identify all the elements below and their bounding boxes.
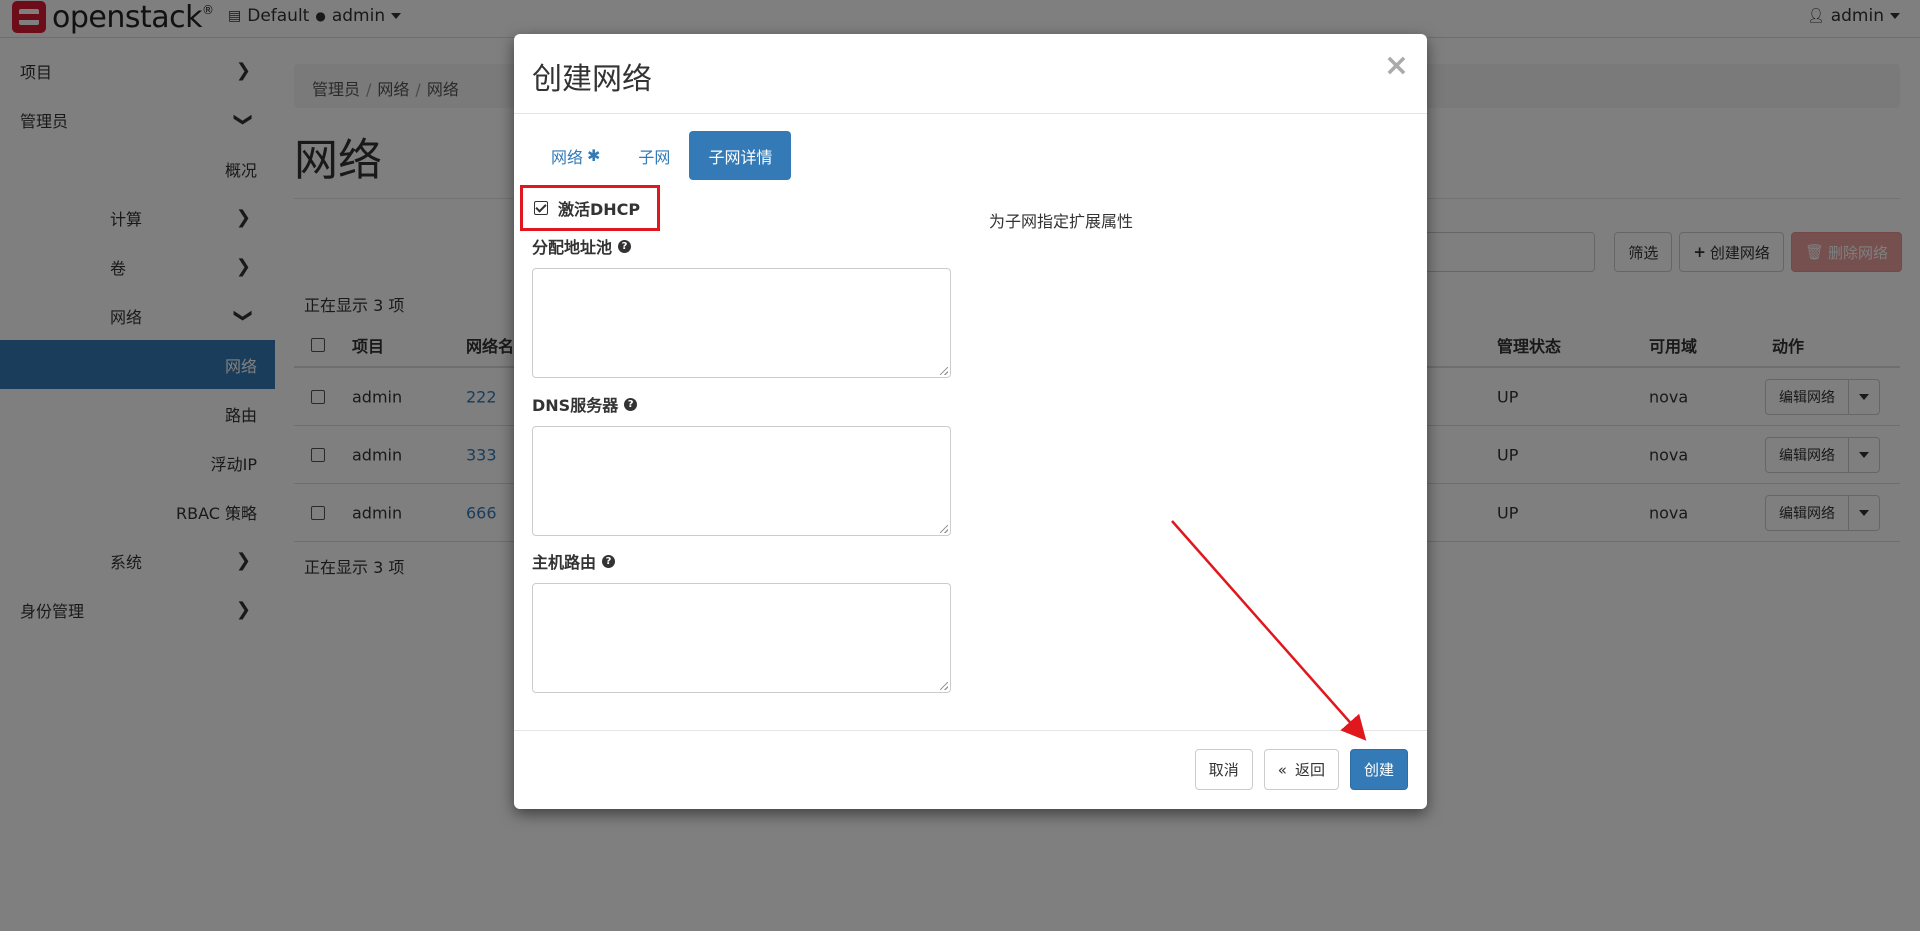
host-routes-label: 主机路由 ? xyxy=(532,549,616,573)
allocation-pools-label: 分配地址池 ? xyxy=(532,234,632,258)
close-icon[interactable]: × xyxy=(1384,48,1409,83)
allocation-pools-textarea[interactable] xyxy=(532,268,951,378)
dns-servers-label: DNS服务器 ? xyxy=(532,392,638,416)
help-icon[interactable]: ? xyxy=(602,554,616,568)
enable-dhcp-checkbox[interactable] xyxy=(534,201,548,215)
host-routes-label-text: 主机路由 xyxy=(532,553,597,572)
tab-subnet[interactable]: 子网 xyxy=(619,131,689,180)
required-asterisk-icon: ✱ xyxy=(587,146,601,165)
modal-header: 创建网络 × xyxy=(514,34,1427,114)
back-button[interactable]: « 返回 xyxy=(1263,749,1339,790)
dns-servers-label-text: DNS服务器 xyxy=(532,396,619,415)
wizard-tabs: 网络 ✱ 子网 子网详情 xyxy=(532,131,792,180)
modal-footer: 取消 « 返回 创建 xyxy=(514,730,1427,809)
dns-servers-textarea[interactable] xyxy=(532,426,951,536)
help-description: 为子网指定扩展属性 xyxy=(989,212,1134,231)
footer-buttons: 取消 « 返回 创建 xyxy=(1194,749,1408,790)
tab-label: 子网 xyxy=(638,147,671,167)
enable-dhcp-highlight: 激活DHCP xyxy=(520,185,660,231)
modal-title: 创建网络 xyxy=(532,62,652,97)
page-root: openstack ® ▤ Default ● admin 👤︎ admin 项… xyxy=(0,0,1920,931)
tab-label: 子网详情 xyxy=(708,147,773,167)
back-label: 返回 xyxy=(1294,761,1325,779)
help-icon[interactable]: ? xyxy=(624,397,638,411)
host-routes-textarea[interactable] xyxy=(532,583,951,693)
allocation-pools-label-text: 分配地址池 xyxy=(532,238,613,257)
create-button[interactable]: 创建 xyxy=(1349,749,1408,790)
tab-network[interactable]: 网络 ✱ xyxy=(532,131,619,180)
help-icon[interactable]: ? xyxy=(618,239,632,253)
double-chevron-left-icon: « xyxy=(1277,760,1287,779)
tab-label: 网络 xyxy=(551,147,584,167)
enable-dhcp-label[interactable]: 激活DHCP xyxy=(558,196,640,220)
tab-subnet-details[interactable]: 子网详情 xyxy=(689,131,792,180)
cancel-button[interactable]: 取消 xyxy=(1194,749,1253,790)
create-network-modal: 创建网络 × 网络 ✱ 子网 子网详情 激活DHCP 分配地址池 ? DNS服务 xyxy=(514,34,1427,809)
